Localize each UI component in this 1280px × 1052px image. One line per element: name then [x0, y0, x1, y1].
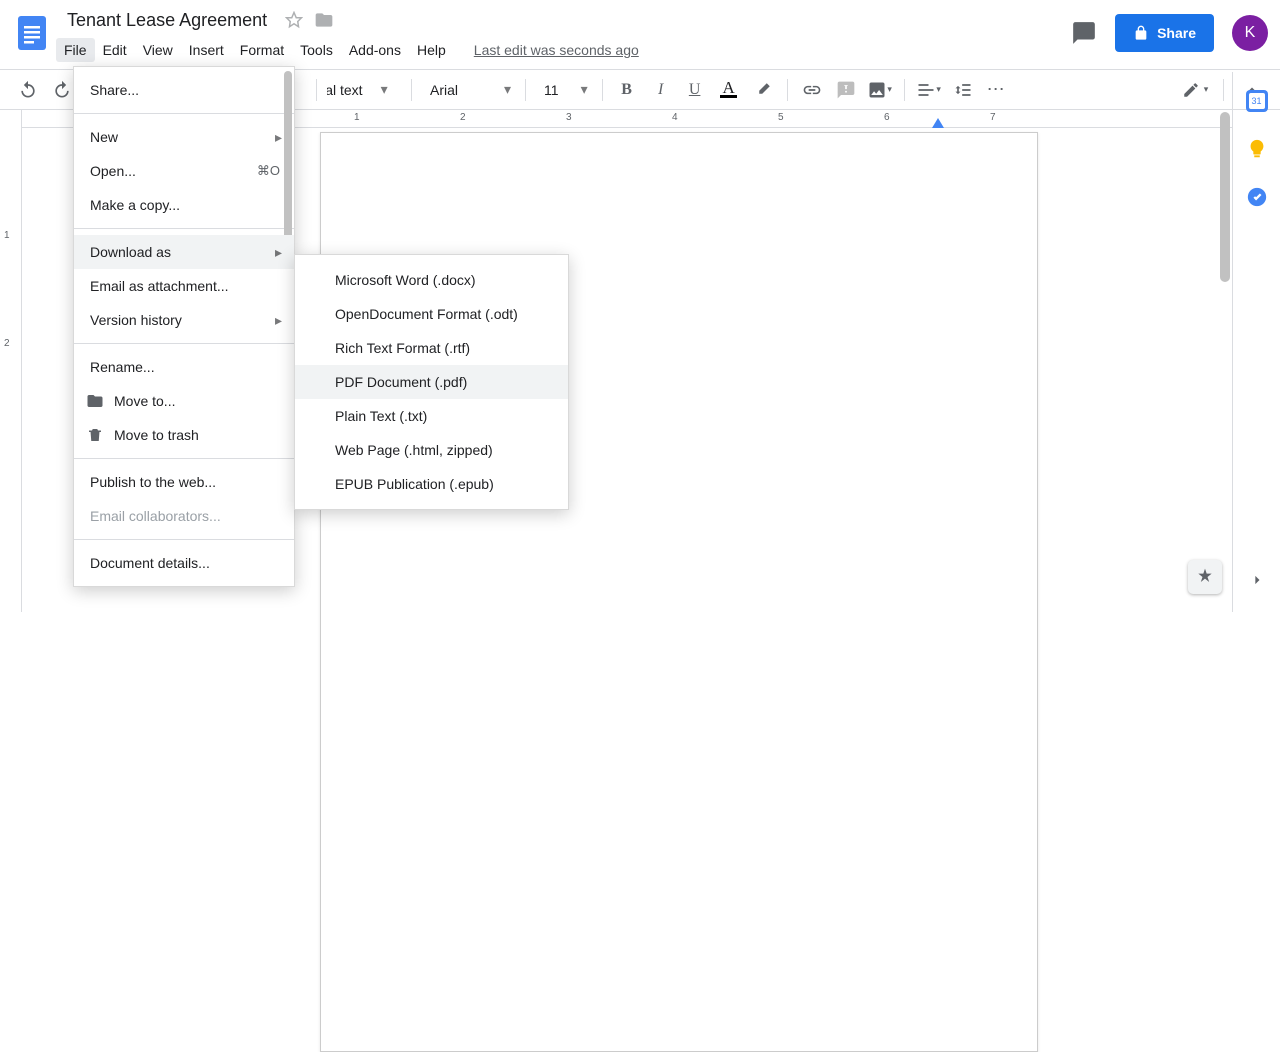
menu-move-trash[interactable]: Move to trash — [74, 418, 294, 452]
menu-tools[interactable]: Tools — [292, 38, 341, 62]
trash-icon — [86, 426, 104, 444]
redo-button[interactable] — [48, 76, 76, 104]
menu-open[interactable]: Open...⌘O — [74, 154, 294, 188]
download-docx[interactable]: Microsoft Word (.docx) — [295, 263, 568, 297]
menu-insert[interactable]: Insert — [181, 38, 232, 62]
bold-button[interactable]: B — [613, 76, 641, 104]
menu-new[interactable]: New▸ — [74, 120, 294, 154]
download-as-submenu: Microsoft Word (.docx) OpenDocument Form… — [294, 254, 569, 510]
menu-rename[interactable]: Rename... — [74, 350, 294, 384]
folder-icon — [86, 392, 104, 410]
last-edit-link[interactable]: Last edit was seconds ago — [474, 42, 639, 58]
explore-button[interactable] — [1188, 560, 1222, 594]
highlight-button[interactable] — [749, 76, 777, 104]
insert-comment-button[interactable] — [832, 76, 860, 104]
folder-icon[interactable] — [314, 10, 334, 30]
vertical-scrollbar[interactable] — [1220, 112, 1230, 610]
menu-email-attachment[interactable]: Email as attachment... — [74, 269, 294, 303]
menu-document-details[interactable]: Document details... — [74, 546, 294, 580]
tasks-addon-icon[interactable] — [1246, 186, 1268, 208]
account-avatar[interactable]: K — [1232, 15, 1268, 51]
insert-image-button[interactable]: ▾ — [866, 76, 894, 104]
calendar-addon-icon[interactable]: 31 — [1246, 90, 1268, 112]
download-rtf[interactable]: Rich Text Format (.rtf) — [295, 331, 568, 365]
share-button[interactable]: Share — [1115, 14, 1214, 52]
file-menu-dropdown: Share... New▸ Open...⌘O Make a copy... D… — [73, 66, 295, 587]
font-select[interactable]: Arial▾ — [422, 77, 515, 103]
side-panel: 31 — [1232, 72, 1280, 612]
menu-format[interactable]: Format — [232, 38, 292, 62]
menu-view[interactable]: View — [135, 38, 181, 62]
download-odt[interactable]: OpenDocument Format (.odt) — [295, 297, 568, 331]
line-spacing-button[interactable] — [949, 76, 977, 104]
menu-download-as[interactable]: Download as▸ — [74, 235, 294, 269]
lock-icon — [1133, 25, 1149, 41]
menu-help[interactable]: Help — [409, 38, 454, 62]
menu-share[interactable]: Share... — [74, 73, 294, 107]
keep-addon-icon[interactable] — [1246, 138, 1268, 160]
hide-side-panel-button[interactable] — [1243, 566, 1271, 594]
menu-edit[interactable]: Edit — [95, 38, 135, 62]
comments-icon[interactable] — [1071, 20, 1097, 46]
menu-addons[interactable]: Add-ons — [341, 38, 409, 62]
docs-logo-icon[interactable] — [12, 12, 52, 52]
underline-button[interactable]: U — [681, 76, 709, 104]
font-size-select[interactable]: 11▾ — [536, 77, 592, 103]
menu-email-collaborators: Email collaborators... — [74, 499, 294, 533]
document-title[interactable]: Tenant Lease Agreement — [60, 7, 274, 34]
menu-file[interactable]: File — [56, 38, 95, 62]
star-icon[interactable] — [284, 10, 304, 30]
paragraph-style-select[interactable]: Normal text▾ — [327, 77, 401, 103]
menu-version-history[interactable]: Version history▸ — [74, 303, 294, 337]
download-epub[interactable]: EPUB Publication (.epub) — [295, 467, 568, 501]
menu-move-to[interactable]: Move to... — [74, 384, 294, 418]
more-tools-button[interactable]: ⋯ — [983, 76, 1011, 104]
menu-publish[interactable]: Publish to the web... — [74, 465, 294, 499]
insert-link-button[interactable] — [798, 76, 826, 104]
download-txt[interactable]: Plain Text (.txt) — [295, 399, 568, 433]
share-label: Share — [1157, 25, 1196, 41]
align-button[interactable]: ▾ — [915, 76, 943, 104]
italic-button[interactable]: I — [647, 76, 675, 104]
editing-mode-button[interactable]: ▾ — [1181, 76, 1209, 104]
download-html[interactable]: Web Page (.html, zipped) — [295, 433, 568, 467]
indent-marker-icon[interactable] — [932, 118, 944, 128]
menu-make-copy[interactable]: Make a copy... — [74, 188, 294, 222]
text-color-button[interactable]: A — [715, 76, 743, 104]
download-pdf[interactable]: PDF Document (.pdf) — [295, 365, 568, 399]
vertical-ruler[interactable]: 1 2 — [0, 110, 22, 612]
undo-button[interactable] — [14, 76, 42, 104]
